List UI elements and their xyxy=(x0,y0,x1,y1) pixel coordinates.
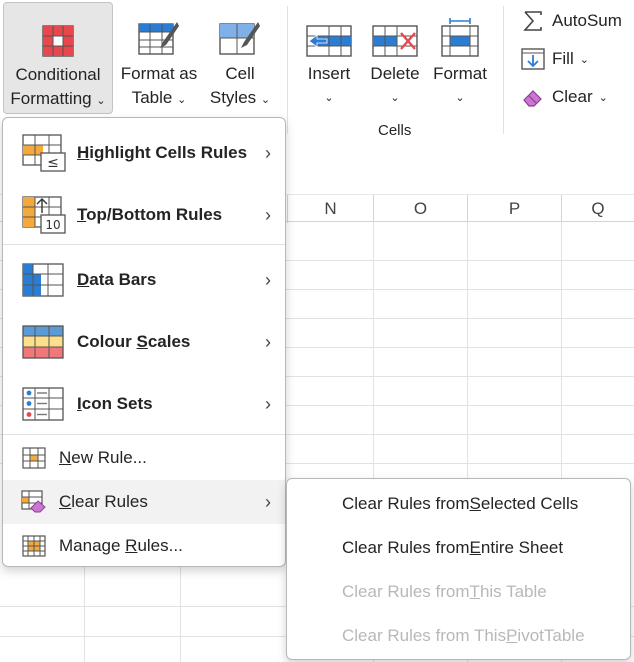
format-as-table-button[interactable]: Format as Table ⌄ xyxy=(116,2,202,114)
clear-label: Clear xyxy=(552,87,593,106)
fill-down-icon xyxy=(520,47,546,71)
chevron-down-icon: ⌄ xyxy=(177,94,187,106)
ribbon-separator xyxy=(287,6,288,134)
data-bars-icon xyxy=(21,260,67,300)
column-header-n[interactable]: N xyxy=(287,195,373,223)
format-as-table-label: Format as Table ⌄ xyxy=(120,64,198,107)
manage-rules-icon xyxy=(21,533,47,559)
cell-styles-icon xyxy=(218,8,262,58)
conditional-formatting-menu: ≤ Highlight Cells Rules › 10 Top/Bottom … xyxy=(2,117,286,567)
top-bottom-rules-icon: 10 xyxy=(21,195,67,235)
menu-item-label: Manage Rules... xyxy=(59,536,183,555)
conditional-formatting-label: Conditional Formatting ⌄ xyxy=(10,65,106,108)
sigma-icon xyxy=(520,9,546,33)
chevron-right-icon: › xyxy=(265,491,271,512)
submenu-item-clear-selected-cells[interactable]: Clear Rules from Selected Cells xyxy=(287,482,630,526)
chevron-right-icon: › xyxy=(265,142,271,163)
menu-item-highlight-cells-rules[interactable]: ≤ Highlight Cells Rules › xyxy=(3,122,285,184)
clear-rules-submenu: Clear Rules from Selected Cells Clear Ru… xyxy=(286,478,631,660)
ribbon-separator xyxy=(503,6,504,134)
conditional-formatting-button[interactable]: Conditional Formatting ⌄ xyxy=(3,2,113,114)
menu-separator xyxy=(3,244,285,245)
insert-cells-icon xyxy=(305,8,353,58)
eraser-icon xyxy=(520,85,546,109)
clear-button[interactable]: Clear ⌄ xyxy=(520,82,608,112)
menu-item-top-bottom-rules[interactable]: 10 Top/Bottom Rules › xyxy=(3,184,285,246)
svg-text:10: 10 xyxy=(45,218,60,232)
new-rule-icon xyxy=(21,445,47,471)
submenu-item-clear-this-table: Clear Rules from This Table xyxy=(342,582,547,601)
menu-separator xyxy=(3,434,285,435)
autosum-label: AutoSum xyxy=(552,11,622,30)
cells-group-label: Cells xyxy=(378,122,412,139)
chevron-right-icon: › xyxy=(265,269,271,290)
menu-item-manage-rules[interactable]: Manage Rules... xyxy=(3,524,285,566)
autosum-button[interactable]: AutoSum xyxy=(520,6,622,36)
chevron-right-icon: › xyxy=(265,331,271,352)
menu-item-label: Data Bars xyxy=(77,270,157,289)
column-header-q[interactable]: Q xyxy=(561,195,634,223)
chevron-down-icon: ⌄ xyxy=(324,92,334,104)
menu-item-new-rule[interactable]: New Rule... xyxy=(3,436,285,480)
menu-item-colour-scales[interactable]: Colour Scales › xyxy=(3,311,285,373)
submenu-item-clear-this-pivottable: Clear Rules from This PivotTable xyxy=(342,626,585,645)
clear-rules-icon xyxy=(21,489,47,515)
chevron-down-icon: ⌄ xyxy=(455,92,465,104)
menu-item-label: New Rule... xyxy=(59,448,147,467)
fill-button[interactable]: Fill ⌄ xyxy=(520,44,589,74)
format-cells-icon xyxy=(440,8,480,58)
column-header-p[interactable]: P xyxy=(467,195,561,223)
chevron-right-icon: › xyxy=(265,204,271,225)
menu-item-label: Icon Sets xyxy=(77,394,153,413)
menu-item-icon-sets[interactable]: Icon Sets › xyxy=(3,373,285,435)
svg-text:≤: ≤ xyxy=(47,155,59,171)
format-label: Format ⌄ xyxy=(433,62,487,110)
delete-cells-icon xyxy=(371,8,419,58)
highlight-cells-rules-icon: ≤ xyxy=(21,133,67,173)
menu-item-data-bars[interactable]: Data Bars › xyxy=(3,249,285,311)
insert-button[interactable]: Insert ⌄ xyxy=(298,2,360,114)
chevron-down-icon: ⌄ xyxy=(96,95,106,107)
menu-item-label: Top/Bottom Rules xyxy=(77,205,223,224)
delete-button[interactable]: Delete ⌄ xyxy=(364,2,426,114)
menu-item-label: Highlight Cells Rules xyxy=(77,143,248,162)
menu-item-label: Clear Rules xyxy=(59,492,148,511)
chevron-down-icon: ⌄ xyxy=(579,53,589,66)
cell-styles-label: Cell Styles ⌄ xyxy=(209,64,271,107)
delete-label: Delete ⌄ xyxy=(370,62,419,110)
cell-styles-button[interactable]: Cell Styles ⌄ xyxy=(204,2,276,114)
menu-item-label: Colour Scales xyxy=(77,332,191,351)
chevron-right-icon: › xyxy=(265,393,271,414)
submenu-item-clear-entire-sheet[interactable]: Clear Rules from Entire Sheet xyxy=(287,526,630,570)
colour-scales-icon xyxy=(21,322,67,362)
chevron-down-icon: ⌄ xyxy=(598,91,608,104)
chevron-down-icon: ⌄ xyxy=(260,94,271,106)
conditional-formatting-icon xyxy=(42,9,74,59)
menu-item-clear-rules[interactable]: Clear Rules › xyxy=(3,480,285,524)
icon-sets-icon xyxy=(21,384,67,424)
column-header-o[interactable]: O xyxy=(373,195,467,223)
insert-label: Insert ⌄ xyxy=(308,62,351,110)
format-button[interactable]: Format ⌄ xyxy=(428,2,492,114)
format-as-table-icon xyxy=(137,8,181,58)
chevron-down-icon: ⌄ xyxy=(390,92,400,104)
fill-label: Fill xyxy=(552,49,574,68)
